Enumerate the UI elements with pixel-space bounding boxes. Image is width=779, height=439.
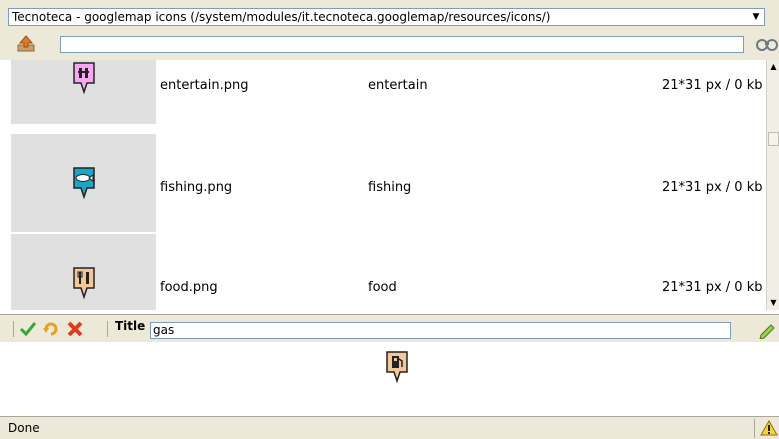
title-input[interactable]: gas — [150, 322, 731, 339]
food-marker-icon — [73, 267, 95, 300]
icon-preview — [0, 342, 779, 416]
file-name: food.png — [160, 280, 218, 295]
file-title: entertain — [368, 78, 428, 93]
scroll-down-icon[interactable]: ▼ — [767, 296, 779, 310]
file-title: food — [368, 280, 397, 295]
scroll-up-icon[interactable]: ▲ — [767, 60, 779, 74]
file-name: fishing.png — [160, 180, 233, 195]
file-size: 21*31 px / 0 kb — [662, 78, 763, 93]
folder-bar: Tecnoteca - googlemap icons (/system/mod… — [0, 0, 779, 34]
icon-list: entertain.png entertain 21*31 px / 0 kb … — [0, 60, 766, 310]
delete-icon[interactable] — [66, 320, 84, 338]
pencil-icon[interactable] — [758, 321, 778, 339]
search-input[interactable] — [60, 36, 744, 53]
list-item[interactable]: food.png food 21*31 px / 0 kb — [0, 234, 766, 310]
thumbnail — [11, 60, 156, 124]
file-title: fishing — [368, 180, 412, 195]
status-bar: Done — [0, 416, 779, 439]
chevron-down-icon[interactable]: ▼ — [748, 9, 764, 25]
file-size: 21*31 px / 0 kb — [662, 280, 763, 295]
status-text: Done — [8, 421, 40, 435]
thumbnail — [11, 134, 156, 232]
gas-marker-icon — [386, 351, 408, 384]
entertain-marker-icon — [73, 62, 95, 95]
thumbnail — [11, 234, 156, 310]
gallery-window: Tecnoteca - googlemap icons (/system/mod… — [0, 0, 779, 439]
refresh-icon[interactable] — [42, 320, 60, 338]
toolbar-divider — [107, 321, 108, 337]
status-divider — [754, 419, 755, 438]
file-name: entertain.png — [160, 78, 249, 93]
checkmark-icon[interactable] — [19, 320, 37, 338]
list-scrollbar[interactable]: ▲ ▼ — [766, 60, 779, 310]
editor-toolbar: Title gas — [0, 314, 779, 343]
title-label: Title — [115, 319, 146, 333]
toolbar-divider — [13, 321, 14, 337]
warning-icon[interactable] — [760, 420, 778, 436]
fishing-marker-icon — [73, 167, 95, 200]
upload-icon[interactable] — [16, 35, 36, 53]
folder-select[interactable]: Tecnoteca - googlemap icons (/system/mod… — [8, 8, 765, 26]
file-size: 21*31 px / 0 kb — [662, 180, 763, 195]
folder-select-value: Tecnoteca - googlemap icons (/system/mod… — [12, 10, 551, 24]
list-item[interactable]: fishing.png fishing 21*31 px / 0 kb — [0, 134, 766, 234]
list-item[interactable]: entertain.png entertain 21*31 px / 0 kb — [0, 60, 766, 126]
search-icon[interactable] — [755, 37, 779, 51]
search-bar — [0, 30, 779, 60]
scroll-thumb[interactable] — [768, 132, 779, 146]
